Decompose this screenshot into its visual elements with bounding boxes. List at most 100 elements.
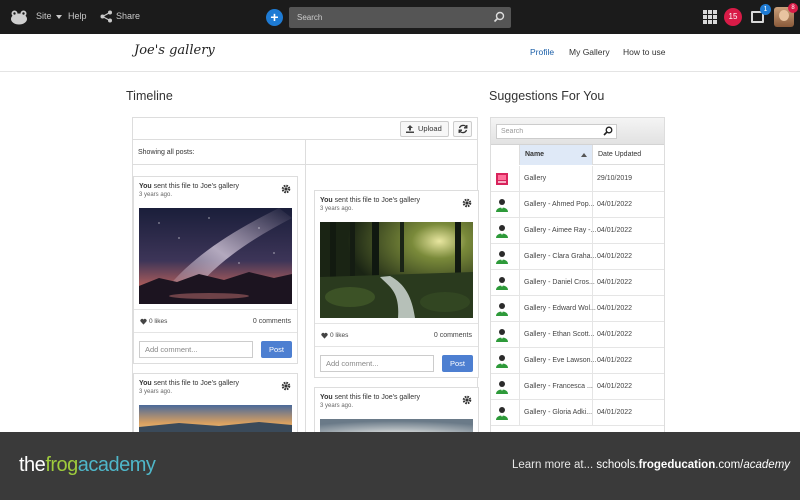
avatar-count-badge: 8 bbox=[788, 3, 798, 13]
nav-how-to-use[interactable]: How to use bbox=[623, 47, 666, 57]
site-menu[interactable]: Site bbox=[36, 11, 52, 21]
gear-icon[interactable] bbox=[462, 395, 472, 405]
nav-my-gallery[interactable]: My Gallery bbox=[569, 47, 610, 57]
table-row[interactable]: Gallery - Gloria Adki... 04/01/2022 bbox=[491, 400, 664, 426]
gallery-icon bbox=[495, 172, 509, 186]
post-timestamp: 3 years ago. bbox=[139, 389, 173, 395]
row-date: 04/01/2022 bbox=[597, 357, 633, 364]
user-icon bbox=[495, 354, 509, 368]
table-row[interactable]: Gallery 29/10/2019 bbox=[491, 166, 664, 192]
top-bar: Site Help Share + 15 1 8 bbox=[0, 0, 800, 34]
post-header: You sent this file to Joe's gallery bbox=[320, 394, 421, 401]
showing-all-posts-label: Showing all posts: bbox=[138, 149, 195, 156]
refresh-icon bbox=[458, 124, 468, 134]
share-icon[interactable] bbox=[100, 10, 113, 23]
table-row[interactable]: Gallery - Francesca ... 04/01/2022 bbox=[491, 374, 664, 400]
post-card: You sent this file to Joe's gallery 3 ye… bbox=[133, 176, 298, 364]
name-column-header[interactable]: Name bbox=[519, 145, 592, 165]
table-row[interactable]: Gallery - Daniel Cros... 04/01/2022 bbox=[491, 270, 664, 296]
gear-icon[interactable] bbox=[281, 184, 291, 194]
table-row[interactable]: Gallery - Ethan Scott... 04/01/2022 bbox=[491, 322, 664, 348]
post-header: You sent this file to Joe's gallery bbox=[139, 183, 240, 190]
user-icon bbox=[495, 198, 509, 212]
apps-grid-icon[interactable] bbox=[703, 10, 717, 24]
post-comment-button[interactable]: Post bbox=[261, 341, 292, 358]
suggestions-table-header: Name Date Updated bbox=[491, 145, 664, 165]
table-row[interactable]: Gallery - Clara Graha... 04/01/2022 bbox=[491, 244, 664, 270]
heart-icon[interactable] bbox=[140, 318, 147, 325]
gallery-header: Joe's gallery Profile My Gallery How to … bbox=[0, 34, 800, 72]
table-row[interactable]: Gallery - Aimee Ray -... 04/01/2022 bbox=[491, 218, 664, 244]
comment-input[interactable] bbox=[320, 355, 434, 372]
comment-input[interactable] bbox=[139, 341, 253, 358]
row-name[interactable]: Gallery - Aimee Ray -... bbox=[524, 227, 596, 234]
chevron-down-icon[interactable] bbox=[56, 15, 62, 19]
row-name[interactable]: Gallery - Clara Graha... bbox=[524, 253, 596, 260]
post-header: You sent this file to Joe's gallery bbox=[320, 197, 421, 204]
comments-count[interactable]: 0 comments bbox=[253, 318, 291, 325]
row-date: 04/01/2022 bbox=[597, 409, 633, 416]
user-icon bbox=[495, 224, 509, 238]
post-image-milky-way[interactable] bbox=[139, 208, 292, 304]
share-link[interactable]: Share bbox=[116, 11, 140, 21]
row-date: 04/01/2022 bbox=[597, 383, 633, 390]
post-image-coast-sunset[interactable] bbox=[139, 405, 292, 435]
post-comment-button[interactable]: Post bbox=[442, 355, 473, 372]
table-row[interactable]: Gallery - Eve Lawson... 04/01/2022 bbox=[491, 348, 664, 374]
gear-icon[interactable] bbox=[462, 198, 472, 208]
upload-icon bbox=[406, 125, 414, 133]
post-timestamp: 3 years ago. bbox=[320, 206, 354, 212]
user-icon bbox=[495, 380, 509, 394]
row-name[interactable]: Gallery - Francesca ... bbox=[524, 383, 593, 390]
add-button[interactable]: + bbox=[266, 9, 283, 26]
upload-button[interactable]: Upload bbox=[400, 121, 449, 137]
refresh-button[interactable] bbox=[453, 121, 472, 137]
row-date: 29/10/2019 bbox=[597, 175, 633, 182]
global-search bbox=[289, 7, 511, 28]
row-name[interactable]: Gallery bbox=[524, 175, 546, 182]
promo-banner: thefrogacademy Learn more at... schools.… bbox=[0, 432, 800, 500]
post-card: You sent this file to Joe's gallery 3 ye… bbox=[314, 190, 479, 378]
row-name[interactable]: Gallery - Eve Lawson... bbox=[524, 357, 596, 364]
row-name[interactable]: Gallery - Gloria Adki... bbox=[524, 409, 592, 416]
table-row[interactable]: Gallery - Ahmed Pop... 04/01/2022 bbox=[491, 192, 664, 218]
gear-icon[interactable] bbox=[281, 381, 291, 391]
suggestions-search bbox=[496, 124, 617, 139]
frog-logo-icon[interactable] bbox=[10, 9, 28, 25]
post-header: You sent this file to Joe's gallery bbox=[139, 380, 240, 387]
row-name[interactable]: Gallery - Daniel Cros... bbox=[524, 279, 595, 286]
upload-label: Upload bbox=[418, 124, 442, 133]
row-name[interactable]: Gallery - Ethan Scott... bbox=[524, 331, 594, 338]
plus-icon: + bbox=[270, 9, 279, 25]
sort-ascending-icon[interactable] bbox=[581, 153, 587, 157]
heart-icon[interactable] bbox=[321, 332, 328, 339]
suggestions-panel: Name Date Updated Gallery29/10/2019Galle… bbox=[490, 117, 665, 437]
nav-profile[interactable]: Profile bbox=[530, 47, 554, 57]
likes-count[interactable]: 0 likes bbox=[140, 318, 167, 325]
suggestions-search-input[interactable] bbox=[497, 125, 602, 138]
comments-count[interactable]: 0 comments bbox=[434, 332, 472, 339]
user-icon bbox=[495, 250, 509, 264]
global-search-input[interactable] bbox=[289, 7, 489, 28]
row-name[interactable]: Gallery - Ahmed Pop... bbox=[524, 201, 594, 208]
row-date: 04/01/2022 bbox=[597, 201, 633, 208]
page-title: Joe's gallery bbox=[134, 43, 215, 58]
row-date: 04/01/2022 bbox=[597, 279, 633, 286]
search-icon[interactable] bbox=[603, 126, 613, 136]
post-image-forest-waterfall[interactable] bbox=[320, 222, 473, 318]
post-timestamp: 3 years ago. bbox=[139, 192, 173, 198]
timeline-toolbar: Upload bbox=[133, 118, 477, 140]
search-icon[interactable] bbox=[493, 11, 505, 23]
row-name[interactable]: Gallery - Edward Wol... bbox=[524, 305, 596, 312]
suggestions-heading: Suggestions For You bbox=[489, 89, 605, 103]
learn-more-link[interactable]: Learn more at... schools.frogeducation.c… bbox=[512, 459, 790, 471]
likes-count[interactable]: 0 likes bbox=[321, 332, 348, 339]
row-date: 04/01/2022 bbox=[597, 331, 633, 338]
date-updated-column-header[interactable]: Date Updated bbox=[592, 145, 664, 165]
notifications-badge[interactable]: 15 bbox=[724, 8, 742, 26]
help-link[interactable]: Help bbox=[68, 11, 87, 21]
timeline-heading: Timeline bbox=[126, 89, 173, 103]
user-icon bbox=[495, 328, 509, 342]
row-date: 04/01/2022 bbox=[597, 305, 633, 312]
table-row[interactable]: Gallery - Edward Wol... 04/01/2022 bbox=[491, 296, 664, 322]
